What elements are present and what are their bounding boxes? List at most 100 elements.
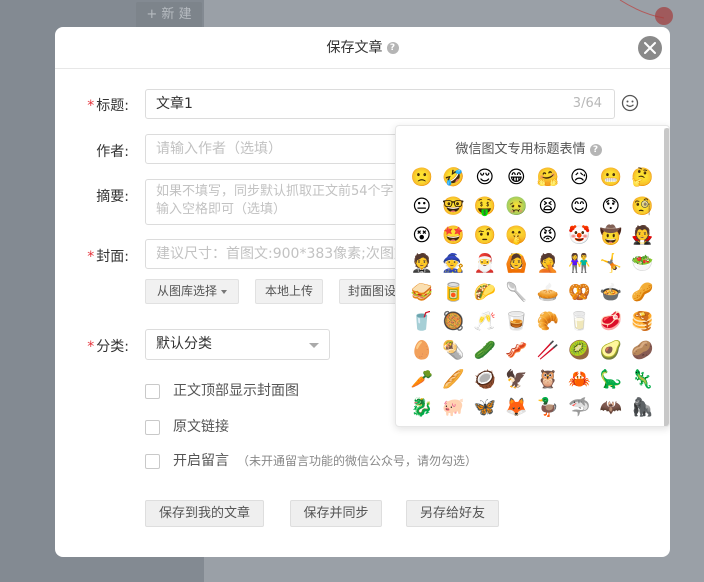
emoji-item[interactable]: 🦍 bbox=[627, 394, 659, 423]
emoji-item[interactable]: 🥒 bbox=[469, 337, 501, 366]
help-icon[interactable]: ? bbox=[386, 42, 399, 54]
emoji-item[interactable]: 🦋 bbox=[469, 394, 501, 423]
emoji-item[interactable]: 🙁 bbox=[406, 164, 438, 193]
summary-textarea[interactable]: 如果不填写，同步默认抓取正文前54个字 输入空格即可（选填） bbox=[145, 179, 405, 225]
emoji-item[interactable]: 🤸 bbox=[595, 250, 627, 279]
title-input[interactable]: 文章1 3/64 bbox=[145, 89, 615, 119]
emoji-item[interactable]: 🤑 bbox=[469, 193, 501, 222]
emoji-item[interactable]: 🥧 bbox=[532, 279, 564, 308]
emoji-item[interactable]: 😬 bbox=[595, 164, 627, 193]
emoji-item[interactable]: 🥛 bbox=[564, 308, 596, 337]
show-cover-checkbox-row[interactable]: 正文顶部显示封面图 bbox=[145, 380, 299, 400]
enable-comments-checkbox[interactable] bbox=[145, 453, 160, 469]
author-placeholder: 请输入作者（选填） bbox=[156, 141, 282, 157]
emoji-item[interactable]: 🍲 bbox=[595, 279, 627, 308]
emoji-item[interactable]: 🥗 bbox=[627, 250, 659, 279]
emoji-item[interactable]: 🥝 bbox=[564, 337, 596, 366]
dialog-title: 保存文章 bbox=[326, 40, 383, 56]
emoji-item[interactable]: 🦆 bbox=[532, 394, 564, 423]
emoji-item[interactable]: 🤠 bbox=[595, 222, 627, 251]
emoji-item[interactable]: 🥕 bbox=[406, 366, 438, 395]
emoji-item[interactable]: 🌮 bbox=[469, 279, 501, 308]
emoji-item[interactable]: 🤔 bbox=[627, 164, 659, 193]
emoji-scroll-thumb[interactable] bbox=[664, 128, 669, 426]
emoji-item[interactable]: 🥖 bbox=[438, 366, 470, 395]
emoji-item[interactable]: 🤣 bbox=[438, 164, 470, 193]
author-input[interactable]: 请输入作者（选填） bbox=[145, 134, 405, 164]
emoji-item[interactable]: 🥢 bbox=[532, 337, 564, 366]
emoji-item[interactable]: 🥘 bbox=[438, 308, 470, 337]
save-and-sync-button[interactable]: 保存并同步 bbox=[290, 500, 382, 527]
chevron-down-icon bbox=[309, 343, 319, 348]
emoji-item[interactable]: 🤦 bbox=[532, 250, 564, 279]
emoji-item[interactable]: 🥚 bbox=[406, 337, 438, 366]
emoji-item[interactable]: 🥐 bbox=[532, 308, 564, 337]
emoji-item[interactable]: 😡 bbox=[532, 222, 564, 251]
emoji-item[interactable]: 🥄 bbox=[501, 279, 533, 308]
original-link-checkbox[interactable] bbox=[145, 419, 160, 435]
emoji-scrollbar[interactable] bbox=[664, 128, 669, 426]
emoji-item[interactable]: 🎅 bbox=[469, 250, 501, 279]
cover-design-button[interactable]: 封面图设 bbox=[339, 279, 397, 304]
category-select[interactable]: 默认分类 bbox=[145, 329, 330, 360]
emoji-item[interactable]: 🌯 bbox=[438, 337, 470, 366]
emoji-item[interactable]: 🥂 bbox=[469, 308, 501, 337]
emoji-item[interactable]: 👫 bbox=[564, 250, 596, 279]
original-link-checkbox-row[interactable]: 原文链接 bbox=[145, 416, 229, 436]
emoji-item[interactable]: 🥫 bbox=[438, 279, 470, 308]
emoji-item[interactable]: 🥨 bbox=[564, 279, 596, 308]
emoji-smiley-icon[interactable] bbox=[621, 94, 639, 112]
emoji-item[interactable]: 🥓 bbox=[501, 337, 533, 366]
emoji-item[interactable]: 😐 bbox=[406, 193, 438, 222]
emoji-item[interactable]: 🥔 bbox=[627, 337, 659, 366]
emoji-item[interactable]: 🐉 bbox=[406, 394, 438, 423]
save-to-my-articles-button[interactable]: 保存到我的文章 bbox=[145, 500, 264, 527]
emoji-item[interactable]: 😥 bbox=[564, 164, 596, 193]
dialog-header: 保存文章? bbox=[55, 27, 670, 69]
cover-url-input[interactable]: 建议尺寸：首图文:900*383像素;次图文 bbox=[145, 239, 405, 269]
show-cover-checkbox[interactable] bbox=[145, 383, 160, 399]
emoji-item[interactable]: 😯 bbox=[595, 193, 627, 222]
emoji-item[interactable]: 🦅 bbox=[501, 366, 533, 395]
select-from-library-button[interactable]: 从图库选择 bbox=[145, 279, 239, 304]
emoji-item[interactable]: 🐖 bbox=[438, 394, 470, 423]
emoji-item[interactable]: 🥤 bbox=[406, 308, 438, 337]
emoji-item[interactable]: 🦊 bbox=[501, 394, 533, 423]
emoji-item[interactable]: 😊 bbox=[564, 193, 596, 222]
emoji-item[interactable]: 🤢 bbox=[501, 193, 533, 222]
emoji-item[interactable]: 😫 bbox=[532, 193, 564, 222]
emoji-item[interactable]: 🥩 bbox=[595, 308, 627, 337]
emoji-item[interactable]: 🦕 bbox=[595, 366, 627, 395]
emoji-item[interactable]: 🥥 bbox=[469, 366, 501, 395]
emoji-item[interactable]: 🦉 bbox=[532, 366, 564, 395]
emoji-item[interactable]: 🥑 bbox=[595, 337, 627, 366]
emoji-item[interactable]: 🧐 bbox=[627, 193, 659, 222]
emoji-item[interactable]: 🤓 bbox=[438, 193, 470, 222]
emoji-item[interactable]: 🙆 bbox=[501, 250, 533, 279]
help-icon[interactable]: ? bbox=[589, 143, 602, 156]
emoji-item[interactable]: 🦇 bbox=[595, 394, 627, 423]
save-for-friend-button[interactable]: 另存给好友 bbox=[406, 500, 499, 527]
emoji-item[interactable]: 🥃 bbox=[501, 308, 533, 337]
emoji-item[interactable]: 😁 bbox=[501, 164, 533, 193]
emoji-item[interactable]: 🤡 bbox=[564, 222, 596, 251]
emoji-item[interactable]: 🤫 bbox=[501, 222, 533, 251]
emoji-item[interactable]: 🤩 bbox=[438, 222, 470, 251]
emoji-item[interactable]: 😌 bbox=[469, 164, 501, 193]
emoji-item[interactable]: 🤗 bbox=[532, 164, 564, 193]
emoji-item[interactable]: 🥜 bbox=[627, 279, 659, 308]
emoji-item[interactable]: 🥞 bbox=[627, 308, 659, 337]
close-button[interactable] bbox=[638, 36, 662, 60]
emoji-item[interactable]: 😵 bbox=[406, 222, 438, 251]
emoji-item[interactable]: 🧙 bbox=[438, 250, 470, 279]
enable-comments-checkbox-row[interactable]: 开启留言 （未开通留言功能的微信公众号，请勿勾选） bbox=[145, 450, 477, 470]
emoji-item[interactable]: 🤨 bbox=[469, 222, 501, 251]
emoji-item[interactable]: 🤵 bbox=[406, 250, 438, 279]
local-upload-button[interactable]: 本地上传 bbox=[255, 279, 323, 304]
comments-note: （未开通留言功能的微信公众号，请勿勾选） bbox=[237, 454, 478, 468]
emoji-item[interactable]: 🧛 bbox=[627, 222, 659, 251]
emoji-item[interactable]: 🦀 bbox=[564, 366, 596, 395]
emoji-item[interactable]: 🦎 bbox=[627, 366, 659, 395]
emoji-item[interactable]: 🦈 bbox=[564, 394, 596, 423]
emoji-item[interactable]: 🥪 bbox=[406, 279, 438, 308]
